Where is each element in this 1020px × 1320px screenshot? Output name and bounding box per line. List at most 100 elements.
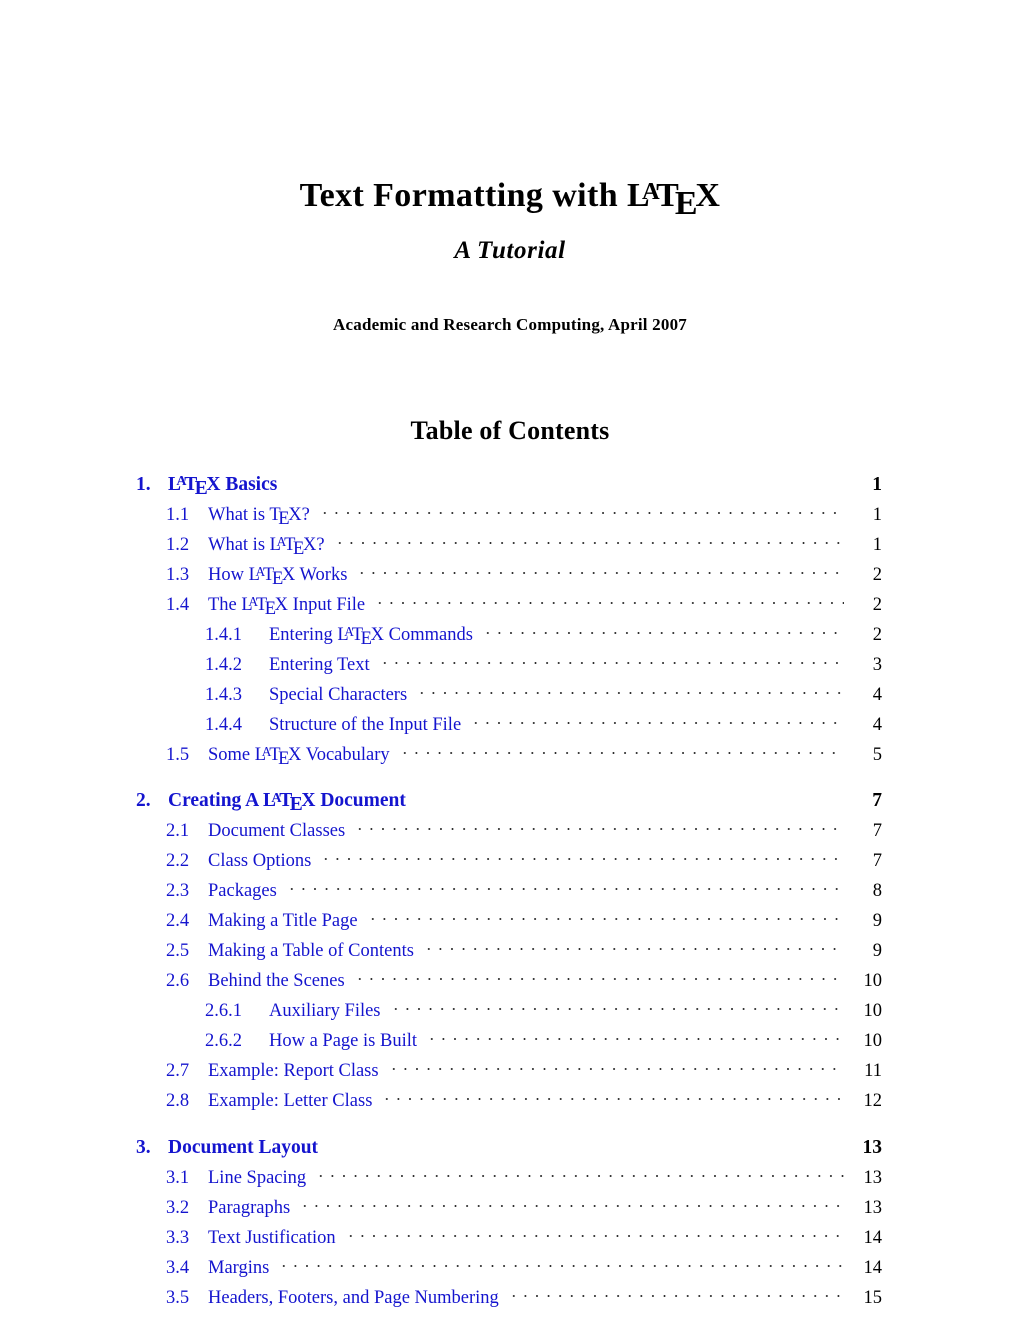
toc-dot-leader [374,591,844,610]
toc-entry-3-3[interactable]: 3.3 Text Justification 14 [136,1224,882,1249]
toc-dot-leader [381,1088,844,1107]
toc-entry-label-suffix: Basics [220,473,278,495]
toc-entry-1-4-1[interactable]: 1.4.1 Entering LATEX Commands 2 [136,621,882,649]
toc-entry-3-5[interactable]: 3.5 Headers, Footers, and Page Numbering 1… [136,1284,882,1309]
toc-entry-2[interactable]: 2. Creating A LATEX Document 7 [136,787,882,816]
toc-entry-number: 3.5 [166,1287,190,1308]
toc-entry-2-8[interactable]: 2.8 Example: Letter Class 12 [136,1088,882,1113]
toc-entry-label-prefix: Example: Letter Class [208,1091,373,1111]
toc-entry-label: How a Page is Built [269,1031,417,1052]
toc-dot-leader [422,938,844,957]
toc-entry-page-number: 10 [863,1031,883,1051]
toc-entry-1-4[interactable]: 1.4 The LATEX Input File 2 [136,591,882,619]
toc-entry-1-5[interactable]: 1.5 Some LATEX Vocabulary 5 [136,741,882,769]
toc-dot-leader [353,968,844,987]
toc-entry-label: Headers, Footers, and Page Numbering [208,1288,499,1309]
toc-entry-label: Special Characters [269,685,407,706]
toc-entry-2-3[interactable]: 2.3 Packages 8 [136,878,882,903]
title-block: Text Formatting with LATEX A Tutorial Ac… [0,0,1020,335]
toc-entry-label: Example: Letter Class [208,1091,372,1112]
toc-entry-label-suffix: Document [315,790,406,811]
toc-entry-page-number: 1 [872,504,882,525]
toc-entry-label-prefix: Margins [208,1257,270,1278]
toc-entry-number: 2.3 [166,881,190,901]
toc-entry-1-4-2[interactable]: 1.4.2 Entering Text 3 [136,651,882,676]
toc-entry-label: The LATEX Input File [208,594,366,619]
toc-entry-1-4-4[interactable]: 1.4.4 Structure of the Input File 4 [136,711,882,736]
toc-entry-number: 2.4 [166,911,190,931]
toc-entry-1-2[interactable]: 1.2 What is LATEX? 1 [136,531,882,559]
toc-dot-leader [470,711,844,730]
toc-entry-label-prefix: How [208,564,249,585]
toc-entry-label: Structure of the Input File [269,715,461,736]
toc-entry-number: 1.3 [166,564,190,585]
toc-entry-1-3[interactable]: 1.3 How LATEX Works 2 [136,561,882,589]
toc-entry-2-4[interactable]: 2.4 Making a Title Page 9 [136,908,882,933]
toc-entry-2-7[interactable]: 2.7 Example: Report Class 11 [136,1058,882,1083]
toc-entry-label-suffix: ? [301,504,310,525]
toc-entry-3[interactable]: 3. Document Layout 13 [136,1133,882,1159]
toc-entry-3-1[interactable]: 3.1 Line Spacing 13 [136,1164,882,1189]
toc-entry-label: Class Options [208,851,311,872]
page-subtitle: A Tutorial [454,237,566,265]
toc-entry-label: Packages [208,881,277,902]
toc-entry-label-prefix: Document Layout [168,1136,319,1158]
latex-logo: LATEX [254,743,302,769]
toc-entry-label-prefix: Special Characters [269,684,408,705]
toc-entry-label-prefix: Entering [269,624,338,645]
latex-logo: LATEX [168,473,221,499]
toc-entry-label-prefix: What is [208,534,270,555]
toc-entry-label-prefix: Entering Text [269,654,370,675]
toc-entry-1[interactable]: 1. LATEX Basics 1 [136,470,882,499]
toc-entry-2-5[interactable]: 2.5 Making a Table of Contents 9 [136,938,882,963]
latex-logo: LATEX [262,789,316,816]
toc-dot-leader [507,1284,844,1303]
toc-entry-label: Creating A LATEX Document [168,789,406,816]
toc-entry-number: 1.4 [166,594,190,615]
toc-entry-number: 1.2 [166,534,190,555]
toc-entry-page-number: 2 [872,624,882,645]
toc-entry-label-prefix: Making a Title Page [208,911,358,931]
toc-entry-number: 1.4.4 [205,714,242,735]
toc-entry-label: What is TEX? [208,504,310,529]
toc-dot-leader [366,908,844,927]
toc-entry-page-number: 8 [872,881,882,901]
toc-entry-label: Behind the Scenes [208,971,345,992]
toc-entry-label: Document Layout [168,1137,318,1159]
toc-entry-page-number: 9 [872,941,882,961]
toc-entry-number: 1.4.2 [205,654,242,675]
toc-entry-label-suffix: Input File [288,594,366,615]
toc-entry-label: Entering Text [269,655,370,676]
toc-entry-number: 2.6 [166,971,190,991]
toc-entry-number: 2.7 [166,1061,190,1081]
toc-dot-leader [278,1254,844,1273]
toc-entry-label: Auxiliary Files [269,1001,381,1022]
toc-entry-page-number: 7 [872,821,882,841]
toc-heading: Table of Contents [410,416,610,446]
toc-entry-3-4[interactable]: 3.4 Margins 14 [136,1254,882,1279]
toc-dot-leader [426,1028,844,1047]
toc-entry-page-number: 2 [872,564,882,585]
toc-entry-2-6-2[interactable]: 2.6.2 How a Page is Built 10 [136,1028,882,1053]
latex-logo: LATEX [337,623,384,649]
toc-entry-2-6[interactable]: 2.6 Behind the Scenes 10 [136,968,882,993]
table-of-contents: 1. LATEX Basics 1 1.1 What is TEX? 1 1.2 What i… [136,470,882,1309]
toc-entry-2-1[interactable]: 2.1 Document Classes 7 [136,818,882,843]
toc-dot-leader [415,787,844,807]
toc-entry-number: 1. [136,473,151,495]
toc-entry-page-number: 1 [872,534,882,555]
toc-dot-leader [416,681,844,700]
toc-entry-page-number: 13 [862,1136,883,1158]
toc-entry-1-1[interactable]: 1.1 What is TEX? 1 [136,501,882,529]
toc-entry-1-4-3[interactable]: 1.4.3 Special Characters 4 [136,681,882,706]
toc-entry-label-prefix: Line Spacing [208,1167,307,1188]
toc-dot-leader [315,1164,844,1183]
toc-entry-page-number: 14 [863,1257,883,1278]
toc-entry-2-6-1[interactable]: 2.6.1 Auxiliary Files 10 [136,998,882,1023]
toc-entry-2-2[interactable]: 2.2 Class Options 7 [136,848,882,873]
toc-entry-3-2[interactable]: 3.2 Paragraphs 13 [136,1194,882,1219]
toc-entry-label-prefix: Behind the Scenes [208,971,345,991]
toc-entry-label-suffix: Commands [383,624,473,645]
toc-entry-label-prefix: Paragraphs [208,1197,291,1218]
toc-entry-page-number: 13 [863,1197,883,1218]
